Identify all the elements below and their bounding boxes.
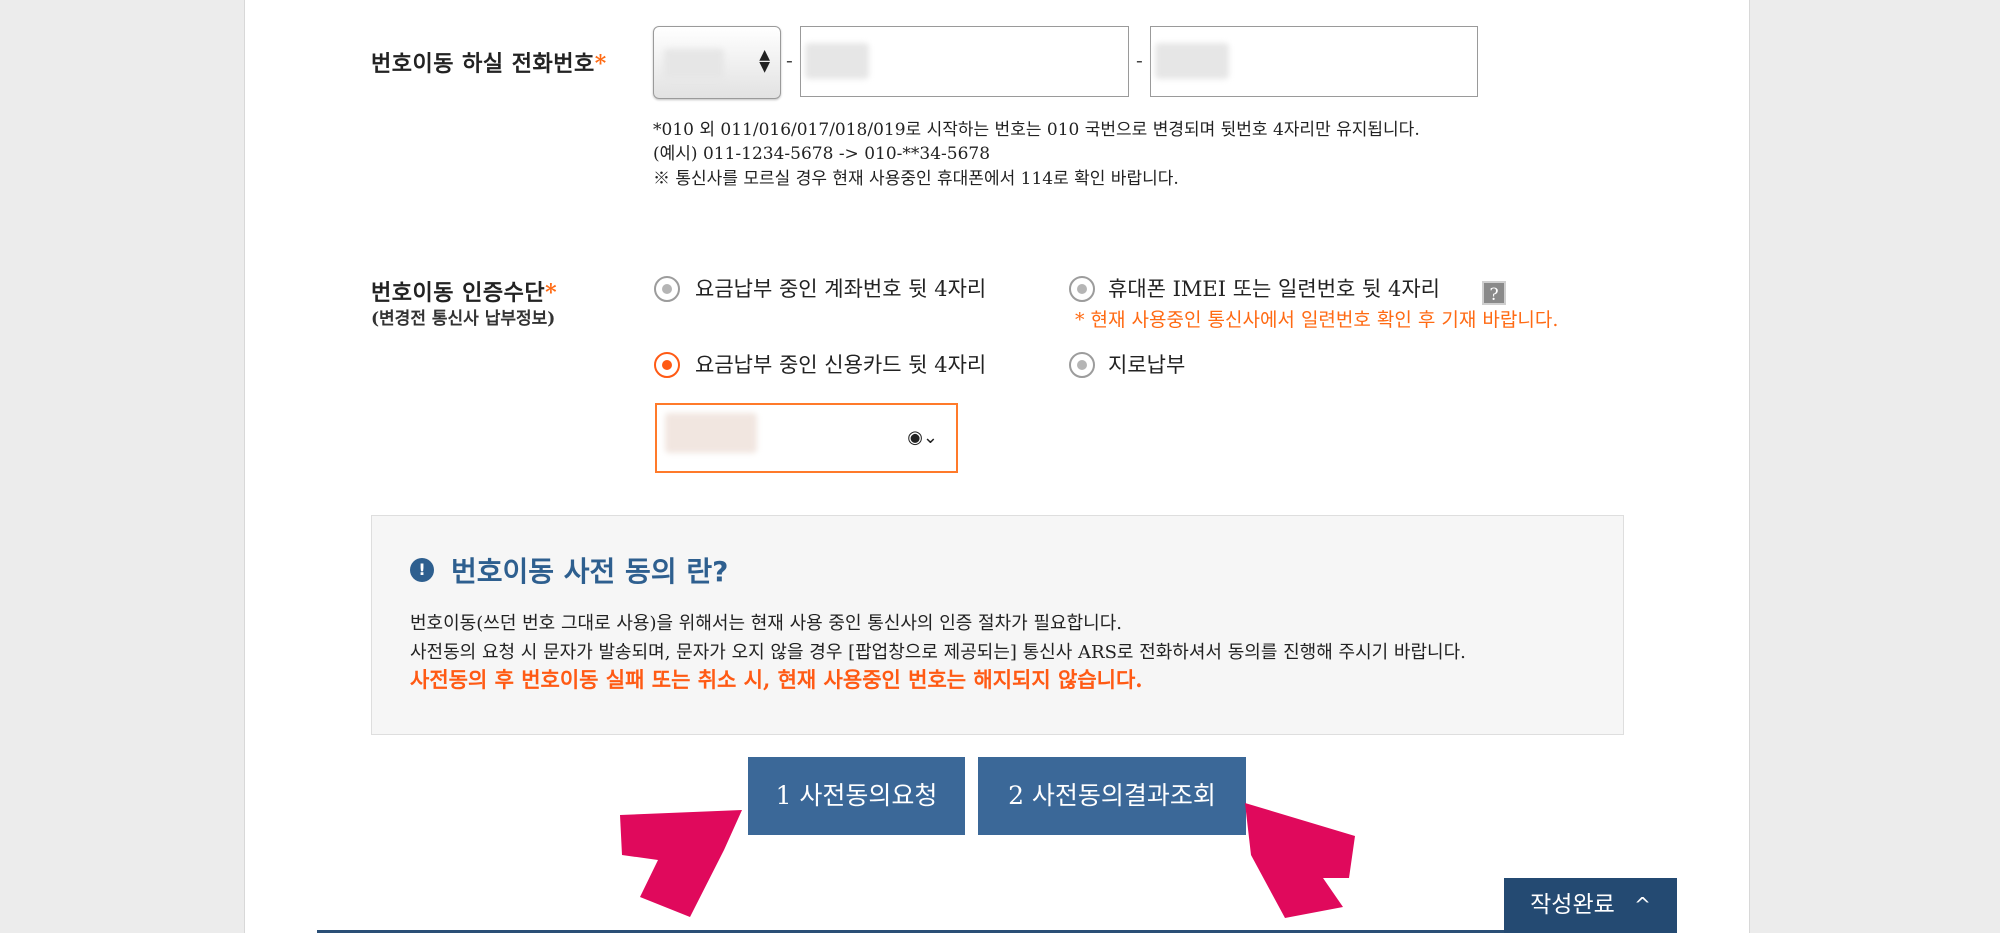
autofill-contact-icon[interactable]: ◉⌄ — [907, 427, 938, 448]
auth-method-sublabel: (변경전 통신사 납부정보) — [371, 309, 556, 329]
phone-last-input[interactable] — [1150, 26, 1478, 97]
phone-middle-input[interactable] — [800, 26, 1129, 97]
required-mark: * — [545, 280, 558, 306]
phone-prefix-select[interactable]: ▲ ▼ — [653, 26, 781, 99]
blurred-value — [664, 49, 724, 79]
consent-text-1: 번호이동(쓰던 번호 그대로 사용)을 위해서는 현재 사용 중인 통신사의 인… — [410, 613, 1122, 634]
radio-giro[interactable] — [1069, 352, 1095, 378]
option-label-giro: 지로납부 — [1108, 353, 1186, 377]
phone-number-label-text: 번호이동 하실 전화번호 — [371, 51, 595, 77]
card-last4-input[interactable]: ◉⌄ — [655, 403, 958, 473]
consent-text-2: 사전동의 요청 시 문자가 발송되며, 문자가 오지 않을 경우 [팝업창으로 … — [410, 642, 1466, 663]
option-label-credit-card: 요금납부 중인 신용카드 뒷 4자리 — [695, 353, 987, 377]
phone-note-2: (예시) 011-1234-5678 -> 010-**34-5678 — [653, 144, 991, 164]
blurred-value — [1155, 43, 1229, 79]
auth-method-label: 번호이동 인증수단* — [371, 275, 557, 307]
pre-consent-request-button[interactable]: 1 사전동의요청 — [748, 757, 965, 835]
option-label-bank-account: 요금납부 중인 계좌번호 뒷 4자리 — [695, 277, 987, 301]
consent-title: 번호이동 사전 동의 란? — [451, 555, 729, 588]
phone-number-label: 번호이동 하실 전화번호* — [371, 46, 607, 78]
consent-warning: 사전동의 후 번호이동 실패 또는 취소 시, 현재 사용중인 번호는 해지되지… — [410, 667, 1143, 692]
blurred-value — [665, 413, 757, 453]
pre-consent-result-button[interactable]: 2 사전동의결과조회 — [978, 757, 1246, 835]
phone-separator: - — [786, 48, 793, 72]
info-icon: ! — [410, 558, 434, 582]
help-icon[interactable]: ? — [1482, 281, 1506, 305]
select-stepper-icon: ▲ ▼ — [759, 47, 770, 75]
imei-warning: * 현재 사용중인 통신사에서 일련번호 확인 후 기재 바랍니다. — [1075, 309, 1559, 331]
pointer-arrow-right-icon — [1245, 803, 1355, 918]
complete-button-label: 작성완료 — [1530, 892, 1615, 918]
consent-info-box: ! 번호이동 사전 동의 란? 번호이동(쓰던 번호 그대로 사용)을 위해서는… — [371, 515, 1624, 735]
phone-separator: - — [1136, 48, 1143, 72]
phone-note-3: ※ 통신사를 모르실 경우 현재 사용중인 휴대폰에서 114로 확인 바랍니다… — [653, 169, 1179, 189]
phone-note-1: *010 외 011/016/017/018/019로 시작하는 번호는 010… — [653, 120, 1420, 140]
blurred-value — [805, 43, 869, 79]
auth-method-label-text: 번호이동 인증수단 — [371, 280, 546, 306]
complete-button[interactable]: 작성완료 ^ — [1504, 878, 1677, 933]
pointer-arrow-left-icon — [620, 810, 742, 917]
radio-imei[interactable] — [1069, 276, 1095, 302]
required-mark: * — [594, 51, 607, 77]
chevron-up-icon: ^ — [1634, 893, 1651, 917]
option-label-imei: 휴대폰 IMEI 또는 일련번호 뒷 4자리 — [1108, 277, 1440, 301]
radio-bank-account[interactable] — [654, 276, 680, 302]
radio-credit-card[interactable] — [654, 352, 680, 378]
